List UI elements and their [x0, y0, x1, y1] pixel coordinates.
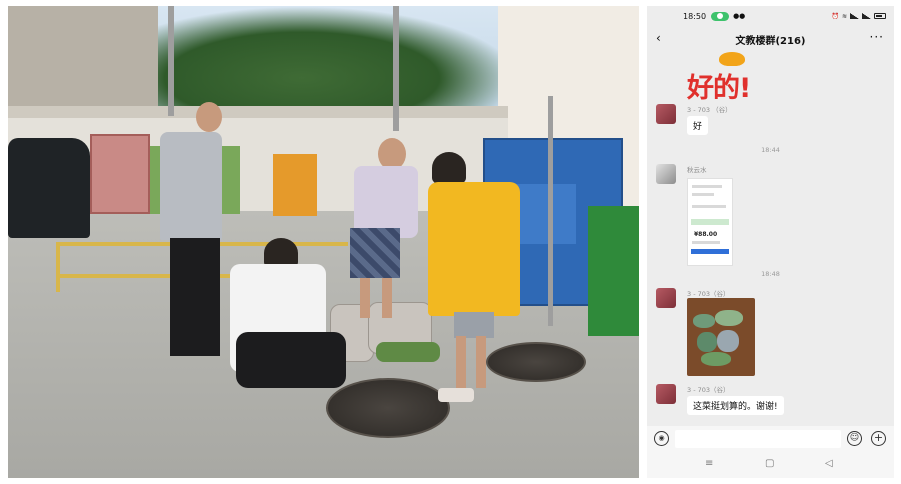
plus-icon[interactable]: + [871, 431, 886, 446]
sender-name: 秋云水 [687, 166, 707, 174]
vegetable [715, 310, 743, 326]
alarm-icon: ⏰ [831, 12, 839, 20]
sender-name: 3 - 703（谷） [687, 290, 730, 298]
utility-pole [168, 6, 174, 116]
person-head [432, 152, 466, 184]
screenshot-line [692, 241, 720, 244]
chat-header: ‹ 文教楼群(216) ··· [647, 28, 894, 50]
vegetable [717, 330, 739, 352]
vegetable-bundle [376, 342, 440, 362]
vegetable [697, 332, 717, 352]
street-photo [8, 6, 639, 478]
wall-top [8, 106, 508, 118]
sender-name: 3 - 703 （谷） [687, 106, 732, 114]
orange-kiosk [273, 154, 317, 216]
person-shorts [350, 228, 400, 278]
sticker-text: 好的! [687, 73, 751, 104]
screenshot-button [691, 249, 729, 254]
avatar[interactable] [656, 288, 676, 308]
chat-screen: 18:50 ●● ⏰ ≋ ‹ 文教楼群(216) ··· 好的! 3 - 703… [647, 6, 894, 478]
home-nav-icon[interactable]: ▢ [765, 458, 774, 469]
status-icons: ⏰ ≋ [831, 13, 886, 20]
call-active-icon [711, 11, 730, 21]
battery-icon [874, 13, 886, 19]
avatar[interactable] [656, 104, 676, 124]
person-shorts [236, 332, 346, 388]
status-bar: 18:50 ●● ⏰ ≋ [647, 6, 894, 26]
message-input[interactable] [675, 430, 841, 448]
person-head [196, 102, 222, 132]
utility-pole [393, 6, 399, 131]
menu-nav-icon[interactable]: ≡ [705, 458, 713, 469]
wifi-icon: ≋ [841, 12, 847, 20]
voice-input-icon[interactable]: ◉ [654, 431, 669, 446]
vegetables-photo-image[interactable] [687, 298, 755, 376]
chevron-left-icon[interactable]: ‹ [656, 31, 661, 45]
screenshot-banner [691, 219, 729, 225]
volunteer-yellow-vest [428, 182, 520, 316]
building-left [8, 6, 158, 116]
message-bubble[interactable]: 这菜挺划算的。谢谢! [687, 396, 784, 415]
payment-amount: ¥88.00 [694, 231, 718, 238]
payment-screenshot-image[interactable]: ¥88.00 [687, 178, 733, 266]
person-shorts [454, 312, 494, 338]
avatar[interactable] [656, 164, 676, 184]
person-leg [456, 336, 466, 388]
vegetable [701, 352, 731, 366]
manhole-cover-icon [486, 342, 586, 382]
person-grey-shirt [160, 132, 222, 240]
status-time: 18:50 [683, 11, 707, 21]
signal-icon [862, 13, 871, 19]
sender-name: 3 - 703（谷） [687, 386, 730, 394]
person-leg [476, 336, 486, 388]
message-bubble[interactable]: 好 [687, 116, 709, 135]
red-locker-kiosk [90, 134, 150, 214]
chat-title: 文教楼群(216) [735, 35, 806, 47]
sticker-emoji [719, 52, 745, 66]
screenshot-line [692, 185, 722, 188]
message-timestamp: 18:44 [761, 146, 780, 154]
person-trousers [170, 238, 220, 356]
back-nav-icon[interactable]: ◁ [825, 458, 833, 469]
manhole-cover-icon [326, 378, 450, 438]
screenshot-line [692, 193, 714, 196]
parking-line [56, 242, 60, 292]
parked-car [8, 138, 90, 238]
signal-icon [850, 13, 859, 19]
emoji-icon[interactable]: ☺ [847, 431, 862, 446]
system-nav-bar: ≡ ▢ ◁ [647, 452, 894, 478]
person-leg [382, 278, 392, 318]
vegetable [693, 314, 715, 328]
more-dots-icon[interactable]: ··· [870, 30, 884, 44]
person-leg [360, 278, 370, 318]
message-notification-icon: ●● [733, 12, 746, 20]
green-trash-bin [588, 206, 639, 336]
shelter-post [548, 96, 553, 326]
avatar[interactable] [656, 384, 676, 404]
screenshot-line [692, 205, 726, 208]
person-shoe [438, 388, 474, 402]
message-timestamp: 18:48 [761, 270, 780, 278]
message-input-bar: ◉ ☺ + [647, 426, 894, 452]
sticker-message[interactable]: 好的! [687, 52, 767, 104]
